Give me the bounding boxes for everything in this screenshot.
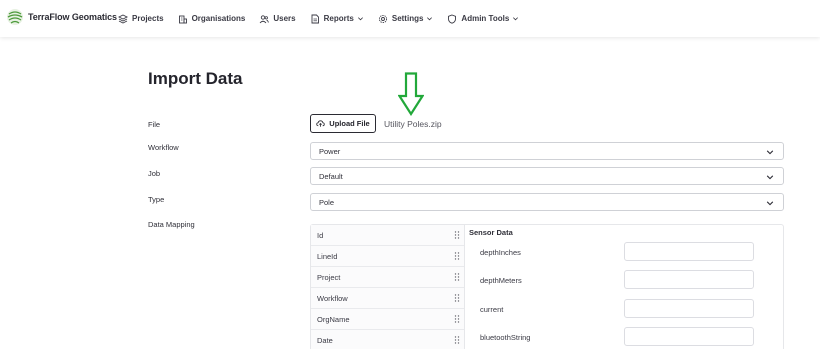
main-nav: Projects Organisations Users Reports Set…	[118, 0, 533, 37]
gear-icon	[378, 14, 387, 23]
layers-icon	[118, 13, 128, 24]
nav-reports-label: Reports	[323, 14, 354, 23]
mapping-drop-target[interactable]	[624, 270, 754, 289]
workflow-select[interactable]: Power	[310, 142, 784, 160]
drag-handle-icon[interactable]	[454, 272, 460, 282]
upload-file-button-label: Upload File	[329, 119, 370, 128]
source-field-item[interactable]: Date	[311, 330, 464, 349]
nav-organisations-label: Organisations	[191, 14, 246, 23]
page-title: Import Data	[148, 69, 243, 88]
cloud-upload-icon	[316, 120, 325, 127]
source-field-label: Date	[317, 336, 333, 345]
source-field-item[interactable]: Id	[311, 225, 464, 246]
nav-settings-label: Settings	[391, 14, 424, 23]
nav-settings[interactable]: Settings	[378, 14, 434, 24]
chevron-down-icon	[766, 175, 774, 180]
drag-handle-icon[interactable]	[454, 314, 460, 324]
type-label: Type	[148, 195, 165, 204]
brand-name: TerraFlow Geomatics	[28, 12, 117, 22]
source-field-label: LineId	[317, 252, 338, 261]
building-icon	[178, 15, 187, 23]
drag-handle-icon[interactable]	[454, 230, 460, 240]
source-field-label: Id	[317, 231, 324, 240]
chevron-down-icon	[766, 150, 774, 155]
brand[interactable]: TerraFlow Geomatics	[6, 8, 117, 26]
chevron-down-icon	[357, 17, 363, 21]
sensor-field-label: depthMeters	[480, 276, 522, 285]
source-field-item[interactable]: OrgName	[311, 309, 464, 330]
document-icon	[311, 14, 319, 23]
nav-users-label: Users	[273, 14, 296, 23]
users-icon	[260, 14, 270, 23]
mapping-drop-target[interactable]	[624, 242, 754, 261]
file-label: File	[148, 120, 161, 129]
data-mapping-label: Data Mapping	[148, 220, 195, 229]
nav-users[interactable]: Users	[259, 14, 296, 24]
sensor-field-label: current	[480, 305, 504, 314]
drag-handle-icon[interactable]	[454, 335, 460, 345]
job-label: Job	[148, 169, 161, 178]
top-navigation-bar: TerraFlow Geomatics Projects Organisatio…	[0, 0, 820, 37]
sensor-field-label: bluetoothString	[480, 333, 531, 342]
nav-reports[interactable]: Reports	[310, 14, 364, 24]
mapping-column-divider	[464, 225, 465, 349]
brand-logo-icon	[7, 9, 23, 25]
type-select-value: Pole	[319, 198, 335, 207]
workflow-select-value: Power	[319, 147, 341, 156]
source-field-item[interactable]: LineId	[311, 246, 464, 267]
job-select[interactable]: Default	[310, 167, 784, 185]
job-select-value: Default	[319, 172, 343, 181]
nav-admin-tools-label: Admin Tools	[461, 14, 510, 23]
source-field-label: OrgName	[317, 315, 350, 324]
source-field-item[interactable]: Project	[311, 267, 464, 288]
nav-projects-label: Projects	[132, 14, 164, 23]
mapping-drop-target[interactable]	[624, 299, 754, 318]
annotation-arrow-icon	[398, 72, 424, 116]
sensor-data-heading: Sensor Data	[469, 228, 513, 237]
type-select[interactable]: Pole	[310, 193, 784, 211]
chevron-down-icon	[513, 17, 519, 21]
chevron-down-icon	[766, 201, 774, 206]
drag-handle-icon[interactable]	[454, 293, 460, 303]
chevron-down-icon	[427, 17, 433, 21]
uploaded-file-name: Utility Poles.zip	[384, 119, 442, 129]
workflow-label: Workflow	[148, 143, 179, 152]
drag-handle-icon[interactable]	[454, 251, 460, 261]
source-field-label: Workflow	[317, 294, 348, 303]
nav-organisations[interactable]: Organisations	[178, 14, 246, 24]
shield-icon	[448, 14, 457, 24]
nav-admin-tools[interactable]: Admin Tools	[447, 14, 519, 24]
nav-projects[interactable]: Projects	[118, 13, 164, 24]
upload-file-button[interactable]: Upload File	[310, 114, 376, 133]
mapping-drop-target[interactable]	[624, 327, 754, 346]
source-field-item[interactable]: Workflow	[311, 288, 464, 309]
source-field-list: Id LineId Project Workflow OrgName Date	[311, 225, 464, 349]
sensor-field-label: depthInches	[480, 248, 521, 257]
source-field-label: Project	[317, 273, 341, 282]
